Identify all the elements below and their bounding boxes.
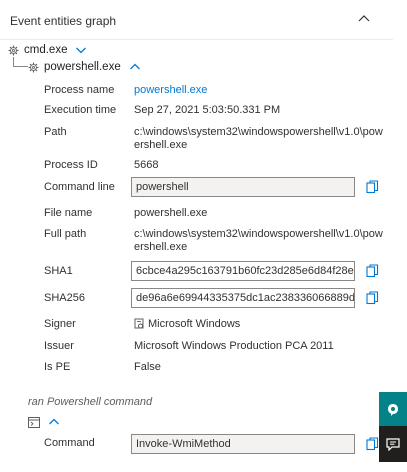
chevron-down-icon[interactable]	[75, 45, 87, 55]
tree-node-cmd: cmd.exe	[8, 44, 87, 56]
tree-node-label[interactable]: powershell.exe	[44, 61, 121, 73]
file-name-value: powershell.exe	[134, 207, 208, 219]
tree-connector	[13, 57, 28, 67]
terminal-icon	[28, 417, 40, 428]
sha1-field[interactable]: 6cbce4a295c163791b60fc23d285e6d84f28ee4c	[131, 261, 355, 281]
copy-icon[interactable]	[366, 180, 379, 194]
file-name-label: File name	[44, 207, 93, 219]
command-field[interactable]: Invoke-WmiMethod	[131, 434, 355, 454]
sha1-label: SHA1	[44, 265, 73, 277]
activity-description: ran Powershell command	[28, 396, 153, 408]
process-name-label: Process name	[44, 84, 115, 96]
chat-bubble-icon	[388, 404, 398, 416]
execution-time-value: Sep 27, 2021 5:03:50.331 PM	[134, 104, 281, 116]
process-id-value: 5668	[134, 159, 159, 171]
gear-icon	[8, 45, 19, 55]
tree-node-label[interactable]: cmd.exe	[24, 44, 67, 56]
copy-icon[interactable]	[366, 264, 379, 278]
command-line-field[interactable]: powershell	[131, 177, 355, 197]
chevron-up-icon[interactable]	[129, 62, 141, 72]
issuer-value: Microsoft Windows Production PCA 2011	[134, 340, 334, 352]
gear-icon	[28, 62, 39, 72]
assistant-button[interactable]	[379, 392, 407, 428]
issuer-label: Issuer	[44, 340, 74, 352]
signer-value: Microsoft Windows	[148, 318, 241, 330]
sha256-label: SHA256	[44, 292, 85, 304]
copy-icon[interactable]	[366, 291, 379, 305]
chevron-up-icon[interactable]	[48, 417, 60, 427]
path-value: c:\windows\system32\windowspowershell\v1…	[134, 126, 383, 151]
feedback-button[interactable]	[379, 426, 407, 462]
certificate-icon	[134, 318, 144, 329]
panel-title: Event entities graph	[10, 14, 117, 28]
sha256-field[interactable]: de96a6e69944335375dc1ac238336066889d9ffc	[131, 288, 355, 308]
command-line-label: Command line	[44, 181, 115, 193]
message-icon	[386, 437, 400, 451]
is-pe-value: False	[134, 361, 161, 373]
execution-time-label: Execution time	[44, 104, 117, 116]
chevron-up-icon[interactable]	[357, 12, 371, 24]
full-path-value: c:\windows\system32\windowspowershell\v1…	[134, 228, 383, 253]
command-label: Command	[44, 437, 95, 449]
panel-header: Event entities graph	[0, 0, 393, 40]
full-path-label: Full path	[44, 228, 87, 240]
copy-icon[interactable]	[366, 437, 379, 451]
signer-label: Signer	[44, 318, 76, 330]
tree-node-powershell: powershell.exe	[28, 61, 141, 73]
is-pe-label: Is PE	[44, 361, 71, 373]
process-id-label: Process ID	[44, 159, 98, 171]
process-name-link[interactable]: powershell.exe	[134, 84, 386, 97]
path-label: Path	[44, 126, 67, 138]
